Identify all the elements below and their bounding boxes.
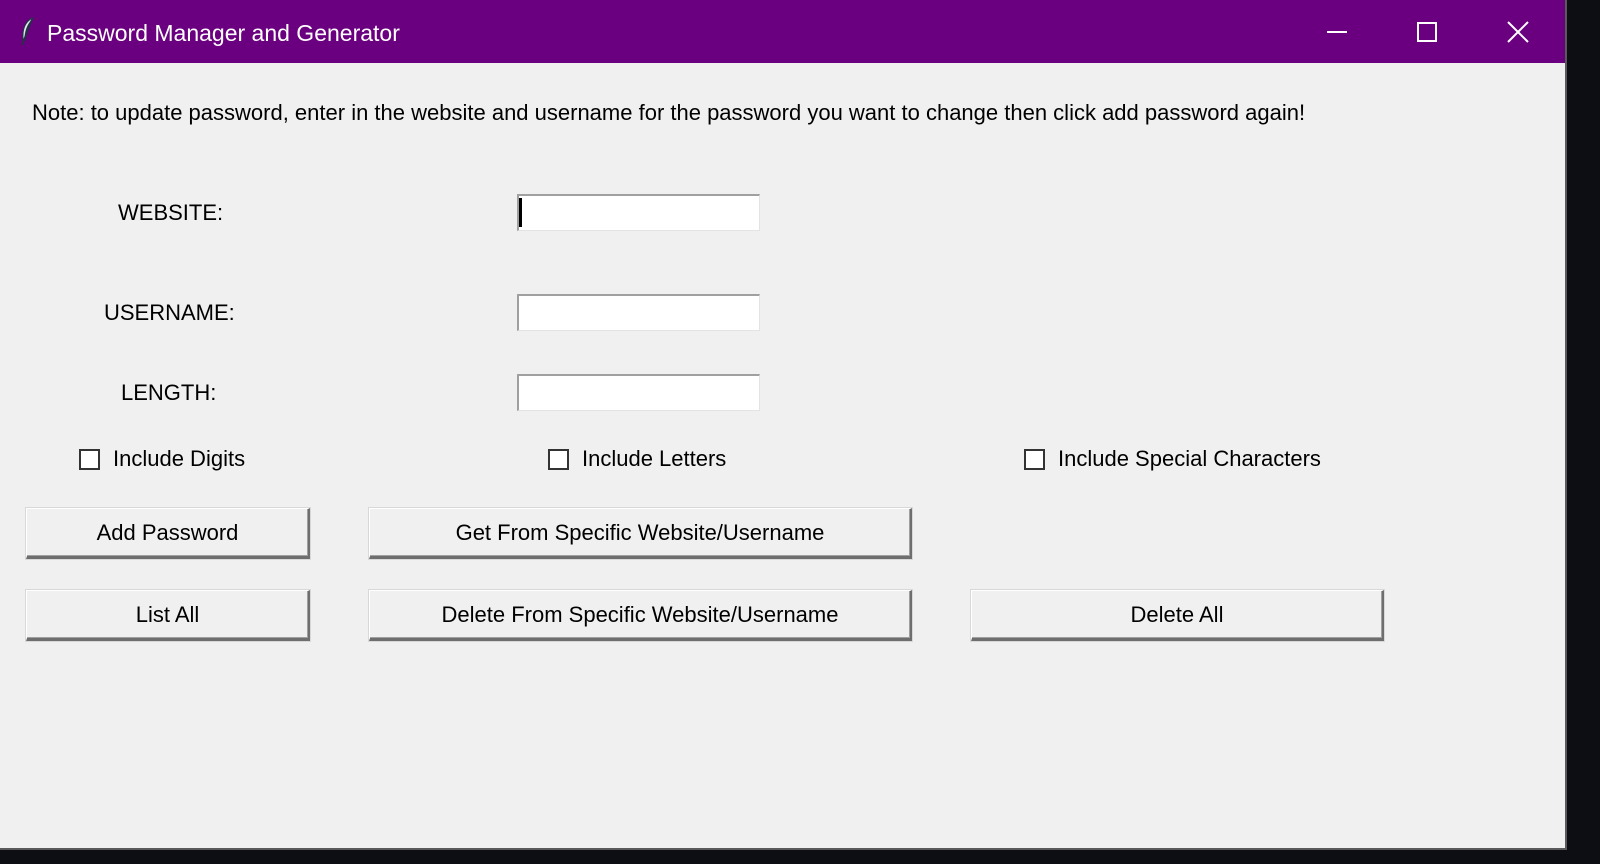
list-all-button[interactable]: List All [26, 590, 310, 641]
length-input[interactable] [517, 374, 760, 411]
delete-from-specific-button[interactable]: Delete From Specific Website/Username [369, 590, 912, 641]
title-bar[interactable]: Password Manager and Generator [0, 0, 1565, 63]
maximize-icon [1416, 21, 1438, 43]
add-password-button[interactable]: Add Password [26, 508, 310, 559]
text-cursor [519, 198, 522, 227]
include-letters-checkbox[interactable]: Include Letters [548, 444, 726, 474]
include-special-characters-checkbox[interactable]: Include Special Characters [1024, 444, 1321, 474]
get-from-specific-button[interactable]: Get From Specific Website/Username [369, 508, 912, 559]
website-input[interactable] [517, 194, 760, 231]
include-digits-label: Include Digits [113, 446, 246, 471]
checkbox-box[interactable] [1024, 448, 1045, 470]
window-title: Password Manager and Generator [47, 20, 400, 46]
checkbox-box[interactable] [548, 448, 569, 470]
maximize-button[interactable] [1382, 0, 1472, 63]
minimize-button[interactable] [1292, 0, 1382, 63]
checkbox-box[interactable] [79, 448, 100, 470]
username-label: USERNAME: [104, 300, 235, 325]
username-input[interactable] [517, 294, 760, 331]
delete-all-button[interactable]: Delete All [971, 590, 1384, 641]
minimize-icon [1326, 21, 1348, 43]
app-window: Password Manager and Generator Note: to … [0, 0, 1567, 850]
length-label: LENGTH: [121, 380, 217, 405]
feather-icon [16, 16, 38, 46]
include-special-characters-label: Include Special Characters [1058, 446, 1321, 471]
include-letters-label: Include Letters [582, 446, 727, 471]
update-note: Note: to update password, enter in the w… [32, 100, 1306, 125]
include-digits-checkbox[interactable]: Include Digits [79, 444, 245, 474]
close-button[interactable] [1473, 0, 1563, 63]
close-icon [1506, 20, 1530, 44]
website-label: WEBSITE: [118, 200, 224, 225]
